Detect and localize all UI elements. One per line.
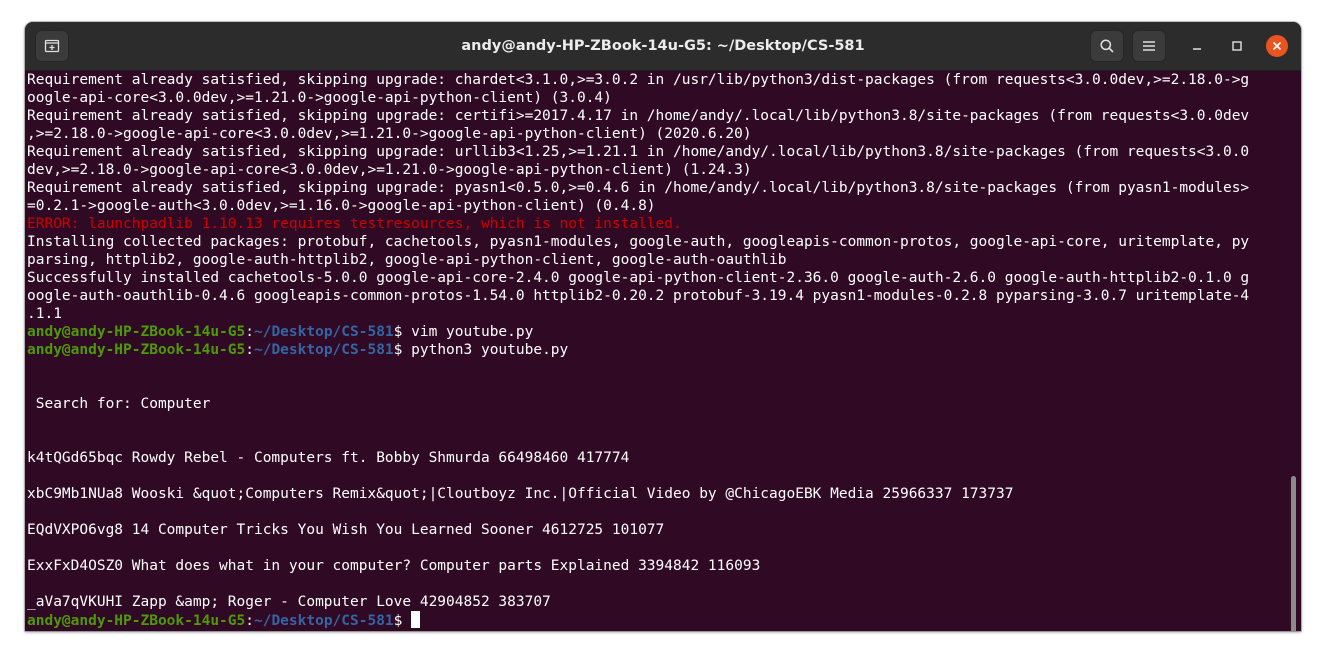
prompt-user-host: andy@andy-HP-ZBook-14u-G5: [27, 613, 246, 629]
search-prompt-line: Search for: Computer: [27, 396, 211, 412]
command-line: andy@andy-HP-ZBook-14u-G5:~/Desktop/CS-5…: [27, 341, 568, 359]
prompt-path: ~/Desktop/CS-581: [253, 613, 394, 629]
prompt-colon: :: [245, 324, 254, 340]
search-icon: [1100, 39, 1114, 53]
minimize-icon: [1193, 48, 1201, 50]
minimize-button[interactable]: [1185, 34, 1209, 58]
search-button[interactable]: [1090, 30, 1124, 62]
close-icon: [1272, 41, 1282, 51]
prompt-colon: :: [245, 342, 254, 358]
result-line: k4tQGd65bqc Rowdy Rebel - Computers ft. …: [27, 450, 630, 466]
output-line: oogle-auth-oauthlib-0.4.6 googleapis-com…: [27, 288, 1250, 304]
result-line: EQdVXPO6vg8 14 Computer Tricks You Wish …: [27, 522, 665, 538]
output-line: .1.1: [27, 306, 62, 322]
output-line: parsing, httplib2, google-auth-httplib2,…: [27, 252, 787, 268]
result-line: ExxFxD4OSZ0 What does what in your compu…: [27, 558, 761, 574]
prompt-path: ~/Desktop/CS-581: [253, 324, 394, 340]
command-text: python3 youtube.py: [402, 342, 569, 358]
active-prompt-line[interactable]: andy@andy-HP-ZBook-14u-G5:~/Desktop/CS-5…: [27, 611, 421, 629]
output-line: Requirement already satisfied, skipping …: [27, 108, 1250, 124]
prompt-colon: :: [245, 613, 254, 629]
result-line: xbC9Mb1NUa8 Wooski &quot;Computers Remix…: [27, 486, 1014, 502]
maximize-icon: [1232, 41, 1242, 51]
close-button-circle: [1266, 35, 1288, 57]
error-line: ERROR: launchpadlib 1.10.13 requires tes…: [27, 216, 682, 232]
prompt-path: ~/Desktop/CS-581: [253, 342, 394, 358]
scrollbar-thumb[interactable]: [1291, 476, 1296, 631]
output-line: Requirement already satisfied, skipping …: [27, 144, 1250, 160]
terminal-output[interactable]: Requirement already satisfied, skipping …: [25, 71, 1301, 631]
prompt-user-host: andy@andy-HP-ZBook-14u-G5: [27, 342, 246, 358]
output-line: Requirement already satisfied, skipping …: [27, 72, 1250, 88]
result-line: _aVa7qVKUHI Zapp &amp; Roger - Computer …: [27, 594, 551, 610]
command-line: andy@andy-HP-ZBook-14u-G5:~/Desktop/CS-5…: [27, 323, 533, 341]
close-button[interactable]: [1265, 34, 1289, 58]
output-line: oogle-api-core<3.0.0dev,>=1.21.0->google…: [27, 90, 612, 106]
output-line: =0.2.1->google-auth<3.0.0dev,>=1.16.0->g…: [27, 198, 656, 214]
output-line: ,>=2.18.0->google-api-core<3.0.0dev,>=1.…: [27, 126, 752, 142]
output-line: Successfully installed cachetools-5.0.0 …: [27, 270, 1250, 286]
text-cursor: [411, 611, 421, 628]
output-line: Requirement already satisfied, skipping …: [27, 180, 1250, 196]
command-text: vim youtube.py: [402, 324, 534, 340]
hamburger-menu-icon: [1143, 41, 1155, 51]
title-bar[interactable]: andy@andy-HP-ZBook-14u-G5: ~/Desktop/CS-…: [25, 22, 1301, 71]
output-line: dev,>=2.18.0->google-api-core<3.0.0dev,>…: [27, 162, 752, 178]
prompt-user-host: andy@andy-HP-ZBook-14u-G5: [27, 324, 246, 340]
terminal-window: andy@andy-HP-ZBook-14u-G5: ~/Desktop/CS-…: [25, 22, 1301, 631]
menu-button[interactable]: [1132, 30, 1166, 62]
maximize-button[interactable]: [1225, 34, 1249, 58]
output-line: Installing collected packages: protobuf,…: [27, 234, 1250, 250]
